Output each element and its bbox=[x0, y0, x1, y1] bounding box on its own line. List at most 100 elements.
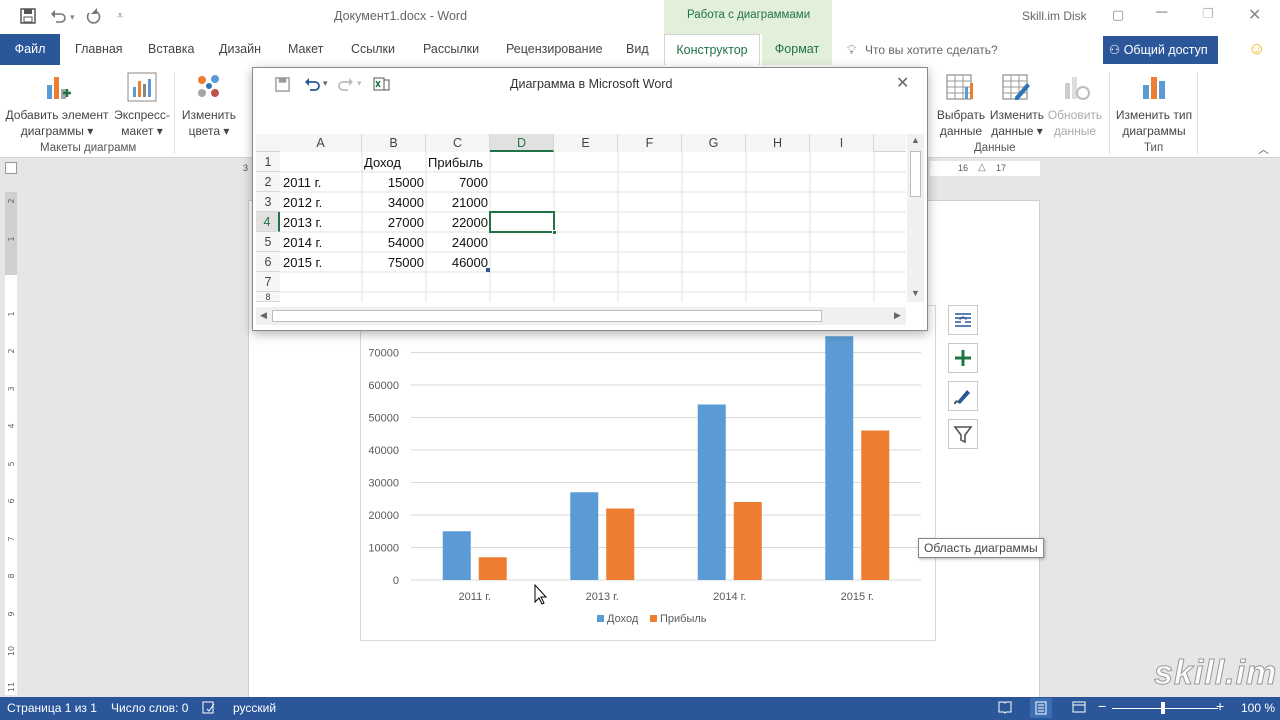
fill-handle[interactable] bbox=[552, 230, 557, 235]
save-icon[interactable] bbox=[20, 8, 36, 28]
tab-mailings[interactable]: Рассылки bbox=[423, 34, 479, 65]
collapse-ribbon-icon[interactable]: ︿ bbox=[1258, 141, 1269, 157]
tab-file[interactable]: Файл bbox=[0, 34, 60, 65]
cell-c2[interactable]: 7000 bbox=[428, 173, 488, 193]
cell-b1[interactable]: Доход bbox=[364, 153, 424, 173]
tab-view[interactable]: Вид bbox=[626, 34, 649, 65]
zoom-level[interactable]: 100 % bbox=[1241, 701, 1275, 715]
quick-layout-button[interactable]: Экспресс- макет ▾ bbox=[112, 71, 172, 139]
cell-a3[interactable]: 2012 г. bbox=[283, 193, 361, 213]
select-data-button[interactable]: Выбрать данные bbox=[932, 71, 990, 139]
edit-in-excel-icon[interactable] bbox=[373, 76, 390, 95]
column-header-f[interactable]: F bbox=[618, 134, 682, 152]
dialog-redo-dropdown-icon[interactable]: ▾ bbox=[357, 78, 362, 89]
column-header-b[interactable]: B bbox=[362, 134, 426, 152]
dialog-close-icon[interactable]: ✕ bbox=[896, 73, 909, 93]
layout-options-button[interactable] bbox=[948, 305, 978, 335]
row-header[interactable]: 2 bbox=[256, 172, 280, 192]
tab-references[interactable]: Ссылки bbox=[351, 34, 395, 65]
cell-c6[interactable]: 46000 bbox=[428, 253, 488, 273]
vertical-scrollbar[interactable]: ▲ ▼ bbox=[907, 134, 924, 302]
change-chart-type-button[interactable]: Изменить тип диаграммы bbox=[1112, 71, 1196, 139]
cell-a2[interactable]: 2011 г. bbox=[283, 173, 361, 193]
read-mode-icon[interactable] bbox=[998, 700, 1012, 717]
cell-b6[interactable]: 75000 bbox=[364, 253, 424, 273]
row-header[interactable]: 7 bbox=[256, 272, 280, 292]
redo-icon[interactable] bbox=[85, 8, 101, 28]
language[interactable]: русский bbox=[233, 701, 276, 715]
word-count[interactable]: Число слов: 0 bbox=[111, 701, 188, 715]
row-header[interactable]: 5 bbox=[256, 232, 280, 252]
scroll-up-icon[interactable]: ▲ bbox=[911, 135, 920, 145]
web-layout-icon[interactable] bbox=[1072, 700, 1086, 717]
scroll-down-icon[interactable]: ▼ bbox=[911, 288, 920, 298]
row-header[interactable]: 1 bbox=[256, 152, 280, 172]
tab-chart-format[interactable]: Формат bbox=[762, 34, 832, 65]
column-header-c[interactable]: C bbox=[426, 134, 490, 152]
vertical-scroll-thumb[interactable] bbox=[910, 151, 921, 197]
change-colors-button[interactable]: Изменить цвета ▾ bbox=[178, 71, 240, 139]
minimize-icon[interactable]: ─ bbox=[1156, 4, 1167, 22]
chart-filters-button[interactable] bbox=[948, 419, 978, 449]
cell-a6[interactable]: 2015 г. bbox=[283, 253, 361, 273]
zoom-slider[interactable] bbox=[1112, 708, 1218, 709]
page-count[interactable]: Страница 1 из 1 bbox=[7, 701, 97, 715]
undo-icon[interactable] bbox=[50, 8, 66, 28]
row-header[interactable]: 4 bbox=[256, 212, 280, 232]
scroll-right-icon[interactable]: ▶ bbox=[894, 310, 901, 321]
zoom-slider-thumb[interactable] bbox=[1161, 702, 1165, 714]
share-button[interactable]: ⚇ Общий доступ bbox=[1103, 36, 1218, 64]
cell-c3[interactable]: 21000 bbox=[428, 193, 488, 213]
cell-b5[interactable]: 54000 bbox=[364, 233, 424, 253]
smiley-feedback-icon[interactable]: ☺ bbox=[1248, 39, 1265, 59]
customize-qat-icon[interactable]: ⩡ bbox=[117, 10, 123, 23]
tell-me-input[interactable]: Что вы хотите сделать? bbox=[865, 43, 998, 57]
zoom-out-icon[interactable]: − bbox=[1098, 698, 1106, 714]
tab-design[interactable]: Дизайн bbox=[219, 34, 261, 65]
cell-b3[interactable]: 34000 bbox=[364, 193, 424, 213]
column-header-i[interactable]: I bbox=[810, 134, 874, 152]
column-header-h[interactable]: H bbox=[746, 134, 810, 152]
restore-icon[interactable]: ❐ bbox=[1202, 6, 1214, 22]
horizontal-scroll-thumb[interactable] bbox=[272, 310, 822, 322]
column-header-g[interactable]: G bbox=[682, 134, 746, 152]
tab-review[interactable]: Рецензирование bbox=[506, 34, 603, 65]
tab-home[interactable]: Главная bbox=[75, 34, 123, 65]
horizontal-scrollbar[interactable]: ◀ ▶ bbox=[256, 307, 906, 325]
dialog-undo-dropdown-icon[interactable]: ▾ bbox=[323, 78, 328, 89]
account-name[interactable]: Skill.im Disk bbox=[1022, 9, 1087, 23]
cell-c1[interactable]: Прибыль bbox=[428, 153, 488, 173]
chart-styles-button[interactable] bbox=[948, 381, 978, 411]
cell-a4[interactable]: 2013 г. bbox=[283, 213, 361, 233]
row-header[interactable]: 6 bbox=[256, 252, 280, 272]
cell-a5[interactable]: 2014 г. bbox=[283, 233, 361, 253]
column-header-a[interactable]: A bbox=[280, 134, 362, 152]
close-icon[interactable]: ✕ bbox=[1248, 5, 1261, 25]
dialog-save-icon[interactable] bbox=[275, 77, 290, 95]
column-header-e[interactable]: E bbox=[554, 134, 618, 152]
indent-marker-icon[interactable]: △ bbox=[978, 162, 986, 173]
tab-selector-icon[interactable] bbox=[5, 162, 17, 174]
cell-b4[interactable]: 27000 bbox=[364, 213, 424, 233]
cell-c5[interactable]: 24000 bbox=[428, 233, 488, 253]
dialog-redo-icon[interactable] bbox=[338, 76, 354, 95]
cell-b2[interactable]: 15000 bbox=[364, 173, 424, 193]
column-header-d[interactable]: D bbox=[490, 134, 554, 152]
row-header[interactable]: 8 bbox=[256, 292, 280, 302]
edit-data-button[interactable]: Изменить данные ▾ bbox=[988, 71, 1046, 139]
tab-layout[interactable]: Макет bbox=[288, 34, 323, 65]
chart-elements-button[interactable] bbox=[948, 343, 978, 373]
tab-insert[interactable]: Вставка bbox=[148, 34, 194, 65]
dialog-undo-icon[interactable] bbox=[304, 76, 320, 95]
range-resize-handle[interactable] bbox=[486, 268, 490, 272]
add-chart-element-button[interactable]: Добавить элемент диаграммы ▾ bbox=[4, 71, 110, 139]
refresh-data-button[interactable]: Обновить данные bbox=[1046, 71, 1104, 139]
undo-dropdown-icon[interactable]: ▾ bbox=[70, 12, 75, 23]
chart-area[interactable]: 0 10000 20000 30000 40000 50000 60000 70000 2011… bbox=[360, 305, 936, 641]
ribbon-display-options-icon[interactable]: ▢ bbox=[1112, 7, 1124, 23]
scroll-left-icon[interactable]: ◀ bbox=[260, 310, 267, 321]
active-cell-d4[interactable] bbox=[489, 211, 555, 233]
proofing-icon[interactable] bbox=[202, 701, 216, 717]
cell-c4[interactable]: 22000 bbox=[428, 213, 488, 233]
print-layout-icon[interactable] bbox=[1030, 698, 1052, 718]
